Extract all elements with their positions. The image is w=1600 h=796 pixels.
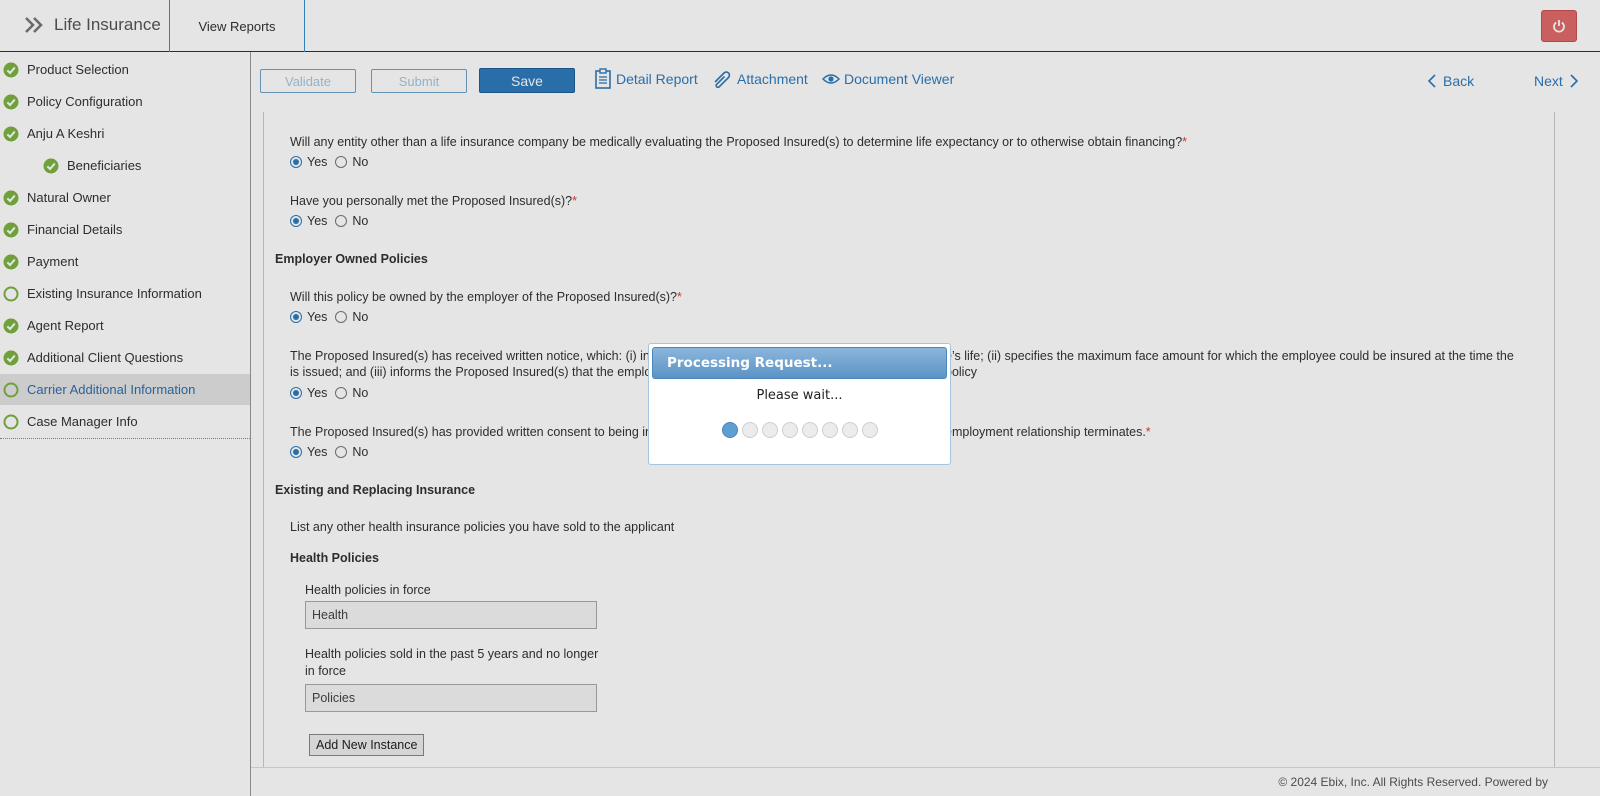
progress-dot (782, 422, 798, 438)
progress-dot (842, 422, 858, 438)
progress-dot (722, 422, 738, 438)
progress-dot (822, 422, 838, 438)
dialog-message: Please wait... (756, 388, 843, 403)
progress-dot (742, 422, 758, 438)
progress-dot (862, 422, 878, 438)
progress-indicator (722, 422, 878, 438)
progress-dot (802, 422, 818, 438)
dialog-title: Processing Request... (652, 347, 947, 379)
progress-dot (762, 422, 778, 438)
processing-dialog: Processing Request... Please wait... (648, 343, 951, 465)
